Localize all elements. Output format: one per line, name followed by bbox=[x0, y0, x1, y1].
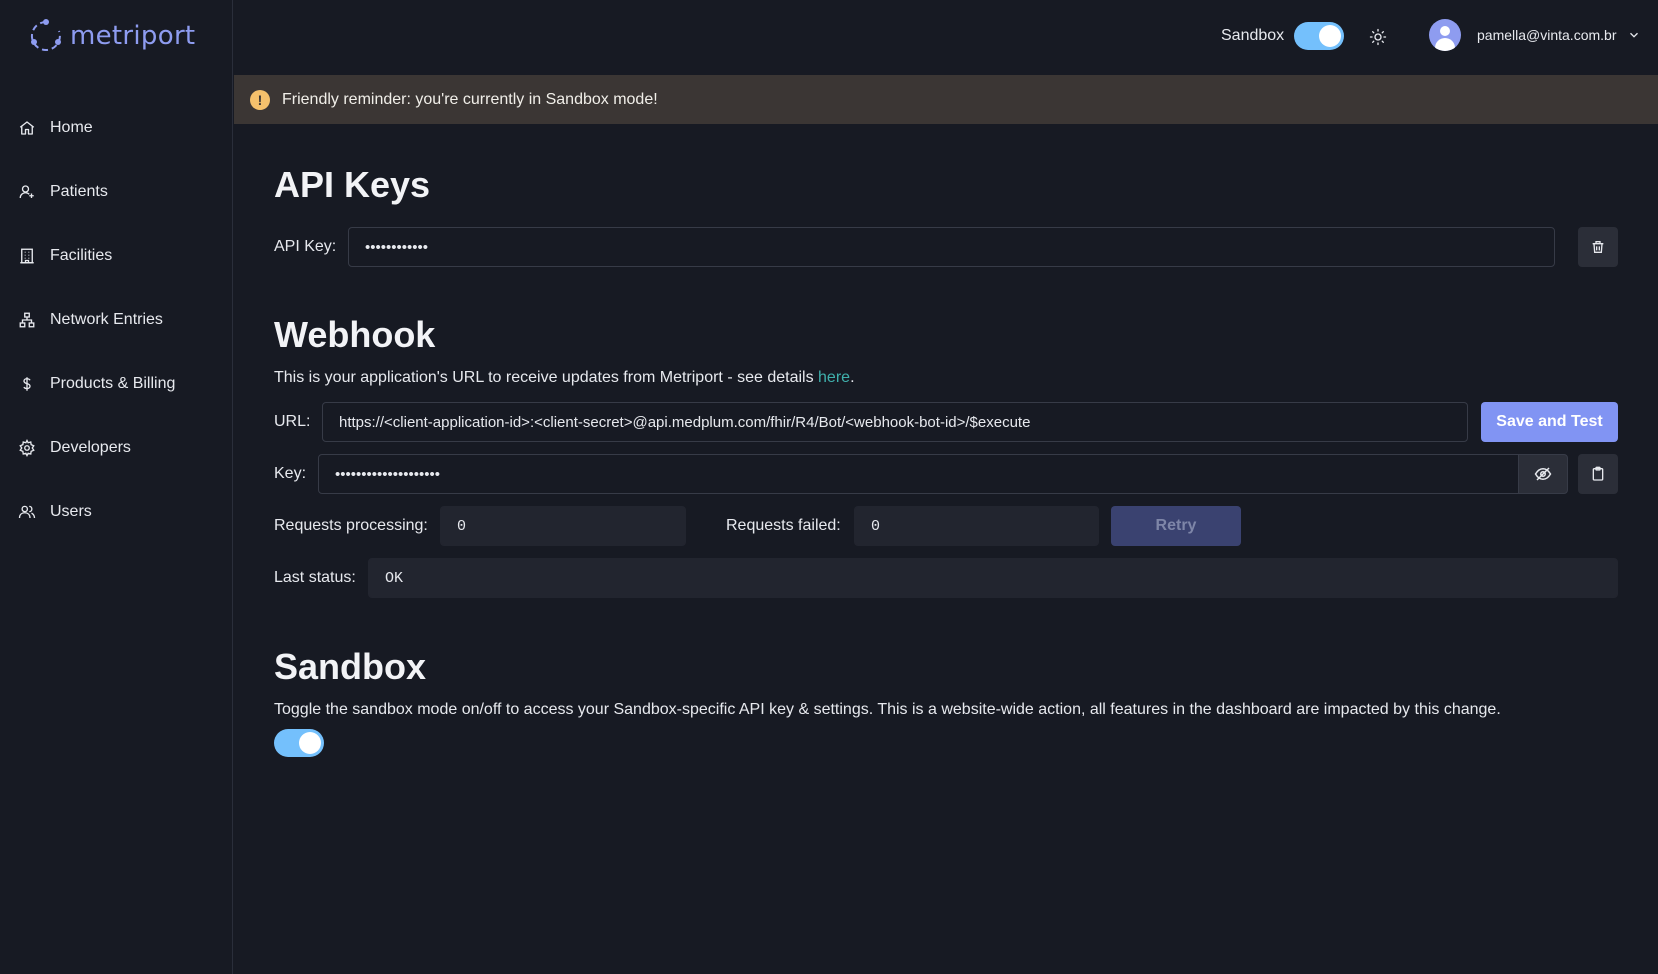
sidebar-item-developers[interactable]: Developers bbox=[0, 416, 232, 480]
sidebar-item-users[interactable]: Users bbox=[0, 480, 232, 544]
user-menu[interactable]: pamella@vinta.com.br bbox=[1429, 19, 1641, 51]
trash-icon bbox=[1592, 241, 1604, 253]
requests-failed-value: 0 bbox=[854, 506, 1099, 546]
delete-api-key-button[interactable] bbox=[1578, 227, 1618, 267]
sidebar: metriport Home Patients Facilities Netwo… bbox=[0, 0, 233, 974]
toggle-knob bbox=[299, 732, 321, 754]
api-key-input[interactable]: •••••••••••• bbox=[348, 227, 1555, 267]
metriport-logo-icon bbox=[30, 19, 61, 51]
sandbox-description: Toggle the sandbox mode on/off to access… bbox=[274, 701, 1501, 718]
toggle-knob bbox=[1319, 25, 1342, 47]
sun-icon bbox=[1369, 28, 1387, 46]
user-email: pamella@vinta.com.br bbox=[1477, 27, 1617, 43]
sidebar-item-label: Facilities bbox=[50, 247, 113, 264]
last-status-value: OK bbox=[368, 558, 1618, 598]
sidebar-item-label: Products & Billing bbox=[50, 375, 176, 392]
webhook-description-text: This is your application's URL to receiv… bbox=[274, 369, 819, 386]
sidebar-item-patients[interactable]: Patients bbox=[0, 160, 232, 224]
retry-button[interactable]: Retry bbox=[1111, 506, 1241, 546]
save-and-test-button[interactable]: Save and Test bbox=[1481, 402, 1618, 442]
sidebar-item-facilities[interactable]: Facilities bbox=[0, 224, 232, 288]
clipboard-icon bbox=[1592, 466, 1604, 481]
building-icon bbox=[20, 248, 34, 264]
requests-processing-value: 0 bbox=[440, 506, 686, 546]
sidebar-item-products-billing[interactable]: Products & Billing bbox=[0, 352, 232, 416]
gear-icon bbox=[19, 439, 35, 457]
network-icon bbox=[19, 312, 35, 328]
webhook-key-input[interactable]: •••••••••••••••••••• bbox=[318, 454, 1519, 494]
webhook-key-label: Key: bbox=[274, 465, 307, 482]
sandbox-reminder-banner: ! Friendly reminder: you're currently in… bbox=[234, 75, 1658, 124]
sidebar-item-network-entries[interactable]: Network Entries bbox=[0, 288, 232, 352]
brand-logo[interactable]: metriport bbox=[28, 18, 195, 54]
toggle-key-visibility-button[interactable] bbox=[1518, 454, 1568, 494]
sandbox-toggle-label: Sandbox bbox=[1221, 27, 1285, 44]
requests-failed-label: Requests failed: bbox=[726, 517, 841, 534]
theme-toggle-button[interactable] bbox=[1365, 24, 1391, 50]
api-keys-title: API Keys bbox=[274, 164, 431, 205]
home-icon bbox=[19, 121, 35, 135]
sidebar-item-label: Users bbox=[50, 503, 92, 520]
requests-processing-label: Requests processing: bbox=[274, 517, 428, 534]
api-key-label: API Key: bbox=[274, 238, 337, 255]
sidebar-item-label: Patients bbox=[50, 183, 108, 200]
webhook-description: This is your application's URL to receiv… bbox=[274, 369, 855, 387]
webhook-description-suffix: . bbox=[850, 369, 855, 386]
topbar: Sandbox pamella@vinta.com.br bbox=[233, 0, 1658, 74]
sandbox-toggle[interactable] bbox=[1294, 22, 1345, 50]
users-icon bbox=[18, 505, 36, 519]
webhook-url-label: URL: bbox=[274, 413, 311, 430]
topbar-sandbox-control: Sandbox bbox=[1221, 22, 1345, 50]
chevron-down-icon bbox=[1629, 32, 1638, 38]
sandbox-mode-toggle[interactable] bbox=[274, 729, 324, 757]
webhook-url-input[interactable]: https://<client-application-id>:<client-… bbox=[322, 402, 1468, 442]
last-status-label: Last status: bbox=[274, 569, 356, 586]
patient-icon bbox=[19, 185, 34, 199]
webhook-title: Webhook bbox=[274, 314, 436, 355]
sidebar-item-label: Home bbox=[50, 119, 93, 136]
sidebar-nav: Home Patients Facilities Network Entries… bbox=[0, 96, 232, 544]
sidebar-item-label: Developers bbox=[50, 439, 131, 456]
sandbox-title: Sandbox bbox=[274, 646, 427, 687]
avatar bbox=[1429, 19, 1461, 51]
banner-text: Friendly reminder: you're currently in S… bbox=[282, 90, 658, 108]
sidebar-item-home[interactable]: Home bbox=[0, 96, 232, 160]
eye-off-icon bbox=[1534, 467, 1552, 481]
dollar-icon bbox=[23, 377, 31, 391]
brand-name: metriport bbox=[70, 21, 196, 51]
warning-icon: ! bbox=[250, 89, 270, 110]
webhook-details-link[interactable]: here bbox=[818, 369, 850, 386]
copy-key-button[interactable] bbox=[1578, 454, 1618, 494]
sidebar-item-label: Network Entries bbox=[50, 311, 163, 328]
